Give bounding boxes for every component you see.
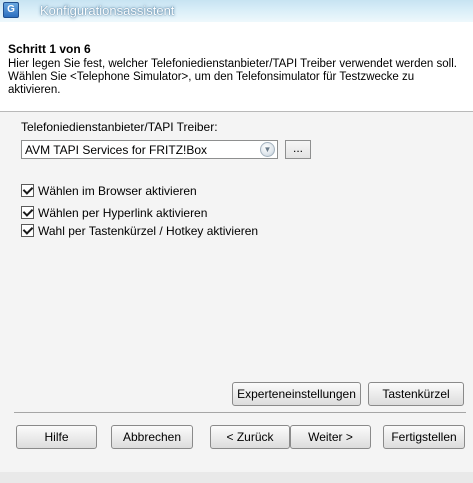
browse-button[interactable]: ... (285, 140, 311, 159)
provider-dropdown[interactable]: AVM TAPI Services for FRITZ!Box ▼ (21, 140, 278, 159)
window-bottom-edge (0, 472, 473, 483)
title-bar: G Konfigurationsassistent (0, 0, 473, 22)
checkbox-checked-icon[interactable] (21, 206, 34, 219)
checkbox-label: Wählen per Hyperlink aktivieren (38, 206, 208, 220)
checkbox-label: Wählen im Browser aktivieren (38, 184, 197, 198)
help-button[interactable]: Hilfe (16, 425, 97, 449)
next-button[interactable]: Weiter > (290, 425, 371, 449)
expert-settings-button[interactable]: Experteneinstellungen (232, 382, 361, 406)
checkbox-checked-icon[interactable] (21, 184, 34, 197)
provider-label: Telefoniedienstanbieter/TAPI Treiber: (21, 120, 218, 134)
checkbox-label: Wahl per Tastenkürzel / Hotkey aktiviere… (38, 224, 259, 238)
step-title: Schritt 1 von 6 (8, 42, 91, 56)
finish-button[interactable]: Fertigstellen (383, 425, 465, 449)
footer-divider (14, 412, 466, 413)
wizard-header: Schritt 1 von 6 Hier legen Sie fest, wel… (0, 22, 473, 112)
step-description: Hier legen Sie fest, welcher Telefoniedi… (8, 58, 457, 96)
wizard-content (0, 112, 473, 472)
back-button[interactable]: < Zurück (210, 425, 290, 449)
app-icon[interactable]: G (3, 2, 19, 18)
chevron-down-icon[interactable]: ▼ (260, 142, 275, 157)
provider-selected-value: AVM TAPI Services for FRITZ!Box (25, 143, 208, 157)
window-title: Konfigurationsassistent (40, 3, 175, 18)
cancel-button[interactable]: Abbrechen (111, 425, 193, 449)
checkbox-checked-icon[interactable] (21, 224, 34, 237)
hotkey-button[interactable]: Tastenkürzel (368, 382, 464, 406)
